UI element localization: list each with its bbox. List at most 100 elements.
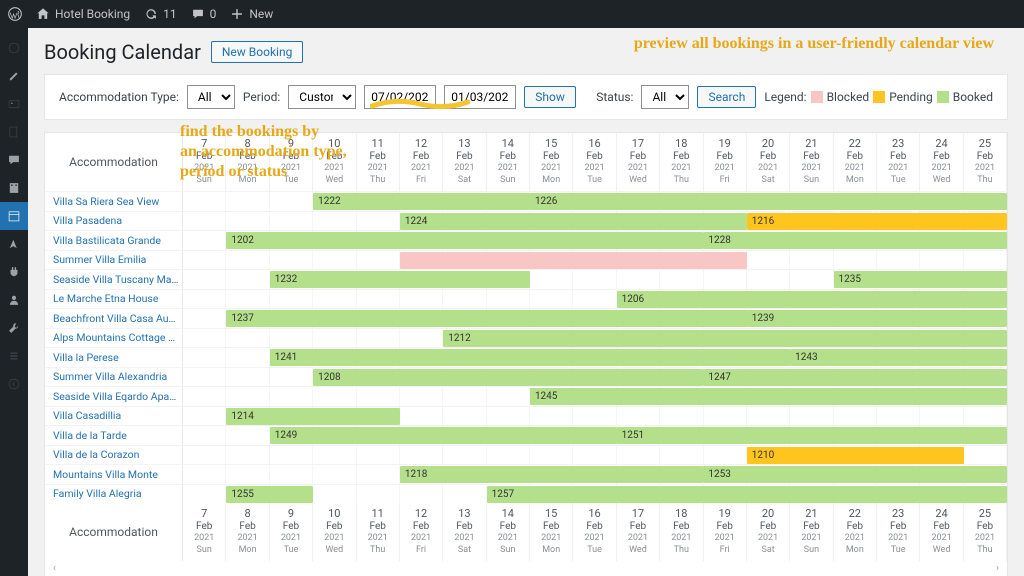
room-name[interactable]: Mountains Villa Monte xyxy=(45,465,183,484)
menu-settings[interactable] xyxy=(0,342,28,370)
room-name[interactable]: Villa Sa Riera Sea View xyxy=(45,192,183,211)
day-header: 16Feb2021Tue xyxy=(573,133,616,191)
room-name[interactable]: Seaside Villa Eqardo Apa… xyxy=(45,387,183,406)
room-row: Le Marche Etna House 1206 xyxy=(45,289,1007,309)
day-header: 11Feb2021Thu xyxy=(357,133,400,191)
room-name[interactable]: Seaside Villa Tuscany Ma… xyxy=(45,270,183,289)
booking-bar[interactable]: 1206 xyxy=(617,291,1007,308)
booking-bar[interactable]: 1224 xyxy=(400,213,747,230)
day-header: 24Feb2021Wed xyxy=(920,503,963,561)
booking-bar[interactable]: 1241 xyxy=(270,349,790,366)
day-header: 19Feb2021Fri xyxy=(704,133,747,191)
menu-comments[interactable] xyxy=(0,146,28,174)
room-name[interactable]: Villa Casadillia xyxy=(45,407,183,426)
room-name[interactable]: Alps Mountains Cottage … xyxy=(45,329,183,348)
room-name[interactable]: Summer Villa Emilia xyxy=(45,251,183,270)
booking-bar[interactable]: 1214 xyxy=(226,408,399,425)
day-header: 15Feb2021Mon xyxy=(530,503,573,561)
booking-bar[interactable]: 1222 xyxy=(313,193,530,210)
day-header: 8Feb2021Mon xyxy=(226,503,269,561)
booking-bar[interactable] xyxy=(400,252,747,269)
room-row: Villa de la Tarde 12491251 xyxy=(45,425,1007,445)
menu-posts[interactable] xyxy=(0,62,28,90)
period-select[interactable]: Custom xyxy=(288,85,356,109)
day-header: 25Feb2021Thu xyxy=(964,133,1007,191)
day-header: 13Feb2021Sat xyxy=(443,133,486,191)
day-header: 23Feb2021Tue xyxy=(877,133,920,191)
date-to-input[interactable] xyxy=(444,85,516,109)
booking-bar[interactable]: 1247 xyxy=(703,369,1007,386)
booking-bar[interactable]: 1226 xyxy=(530,193,1007,210)
menu-appearance[interactable] xyxy=(0,230,28,258)
menu-plugins[interactable] xyxy=(0,258,28,286)
search-button[interactable]: Search xyxy=(697,86,756,108)
day-header: 18Feb2021Thu xyxy=(660,133,703,191)
menu-collapse[interactable] xyxy=(0,370,28,398)
day-header: 25Feb2021Thu xyxy=(964,503,1007,561)
new-content-link[interactable]: New xyxy=(230,7,273,21)
site-name-link[interactable]: Hotel Booking xyxy=(36,7,130,21)
menu-tools[interactable] xyxy=(0,314,28,342)
day-header: 15Feb2021Mon xyxy=(530,133,573,191)
room-row: Beachfront Villa Casa Au… 12371239 xyxy=(45,308,1007,328)
booking-bar[interactable]: 1257 xyxy=(487,486,1007,503)
wp-logo[interactable] xyxy=(8,7,22,21)
room-name[interactable]: Le Marche Etna House xyxy=(45,290,183,309)
accom-type-select[interactable]: All xyxy=(187,85,235,109)
comments-link[interactable]: 0 xyxy=(191,7,217,21)
booking-bar[interactable]: 1253 xyxy=(703,466,1007,483)
room-name[interactable]: Villa Pasadena xyxy=(45,212,183,231)
menu-users[interactable] xyxy=(0,286,28,314)
day-header: 7Feb2021Sun xyxy=(183,503,226,561)
booking-bar[interactable]: 1212 xyxy=(443,330,1007,347)
booking-bar[interactable]: 1239 xyxy=(747,310,1007,327)
room-row: Villa de la Corazon 1210 xyxy=(45,445,1007,465)
new-booking-button[interactable]: New Booking xyxy=(211,41,303,63)
booking-bar[interactable]: 1249 xyxy=(270,427,617,444)
booking-bar[interactable]: 1245 xyxy=(530,388,1007,405)
menu-media[interactable] xyxy=(0,90,28,118)
booking-bar[interactable]: 1243 xyxy=(790,349,1007,366)
room-row: Alps Mountains Cottage … 1212 xyxy=(45,328,1007,348)
room-name[interactable]: Summer Villa Alexandria xyxy=(45,368,183,387)
day-header: 14Feb2021Sun xyxy=(487,503,530,561)
room-name[interactable]: Villa Bastilicata Grande xyxy=(45,231,183,250)
day-header: 19Feb2021Fri xyxy=(704,503,747,561)
status-select[interactable]: All xyxy=(641,85,689,109)
booking-bar[interactable]: 1235 xyxy=(834,271,1007,288)
booking-bar[interactable]: 1232 xyxy=(270,271,530,288)
booking-bar[interactable]: 1237 xyxy=(226,310,746,327)
booking-bar[interactable]: 1202 xyxy=(226,232,703,249)
show-button[interactable]: Show xyxy=(524,86,576,108)
room-row: Villa Pasadena 12241216 xyxy=(45,211,1007,231)
menu-dashboard[interactable] xyxy=(0,34,28,62)
booking-bar[interactable]: 1208 xyxy=(313,369,703,386)
booking-bar[interactable]: 1216 xyxy=(747,213,1007,230)
room-name[interactable]: Villa la Perese xyxy=(45,348,183,367)
day-header: 20Feb2021Sat xyxy=(747,133,790,191)
date-from-input[interactable] xyxy=(364,85,436,109)
room-row: Seaside Villa Eqardo Apa… 1245 xyxy=(45,386,1007,406)
day-header: 16Feb2021Tue xyxy=(573,503,616,561)
booking-bar[interactable]: 1228 xyxy=(703,232,1007,249)
room-name[interactable]: Beachfront Villa Casa Au… xyxy=(45,309,183,328)
booking-bar[interactable]: 1255 xyxy=(226,486,313,503)
booking-bar[interactable]: 1218 xyxy=(400,466,704,483)
booking-bar[interactable]: 1210 xyxy=(747,447,964,464)
room-name[interactable]: Family Villa Alegria xyxy=(45,485,183,504)
menu-pages[interactable] xyxy=(0,118,28,146)
day-header: 9Feb2021Tue xyxy=(270,503,313,561)
room-name[interactable]: Villa de la Tarde xyxy=(45,426,183,445)
room-name[interactable]: Villa de la Corazon xyxy=(45,446,183,465)
scroll-left[interactable]: ‹ xyxy=(53,563,56,574)
scroll-right[interactable]: › xyxy=(996,563,999,574)
day-header: 18Feb2021Thu xyxy=(660,503,703,561)
booking-bar[interactable]: 1251 xyxy=(617,427,1007,444)
menu-calendar[interactable] xyxy=(0,202,28,230)
day-header: 24Feb2021Wed xyxy=(920,133,963,191)
menu-hotel[interactable] xyxy=(0,174,28,202)
status-label: Status: xyxy=(596,90,633,104)
day-header: 11Feb2021Thu xyxy=(357,503,400,561)
updates-link[interactable]: 11 xyxy=(144,7,177,21)
day-header: 21Feb2021Sun xyxy=(790,503,833,561)
